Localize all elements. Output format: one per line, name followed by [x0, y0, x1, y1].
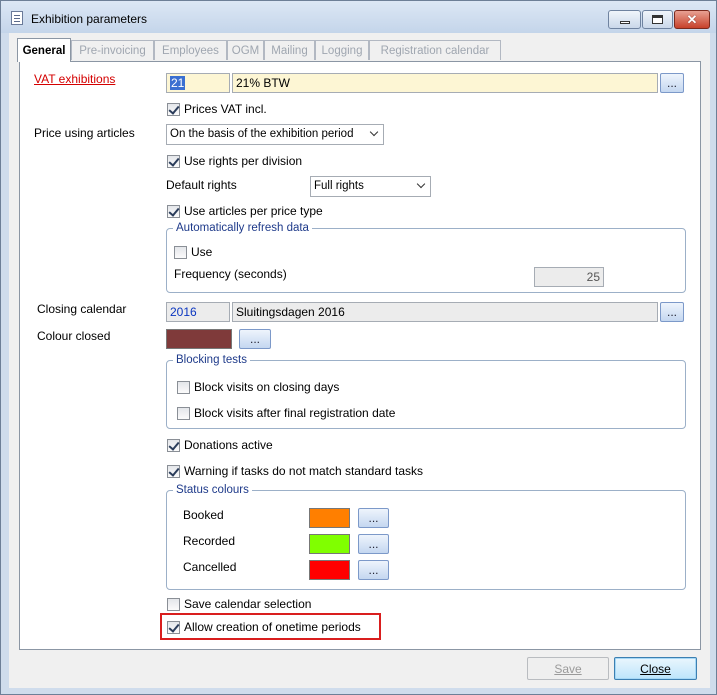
status-booked-label: Booked	[183, 508, 224, 522]
checkbox-unchecked-icon	[174, 245, 187, 259]
warning-tasks-checkbox[interactable]: Warning if tasks do not match standard t…	[167, 464, 423, 478]
checkbox-unchecked-icon	[167, 597, 180, 611]
block-closing-days-checkbox[interactable]: Block visits on closing days	[177, 380, 339, 394]
closing-calendar-label: Closing calendar	[37, 302, 127, 316]
dialog-client-area: General Pre-invoicing Employees OGM Mail…	[9, 33, 710, 688]
title-bar[interactable]: Exhibition parameters ✕	[1, 1, 716, 33]
blocking-tests-legend: Blocking tests	[176, 354, 247, 366]
close-icon: ✕	[686, 12, 698, 27]
vat-code-field[interactable]: 21	[166, 73, 230, 93]
colour-closed-browse-button[interactable]: ...	[239, 329, 271, 349]
colour-closed-label: Colour closed	[37, 329, 111, 343]
auto-refresh-legend: Automatically refresh data	[176, 222, 309, 234]
use-rights-per-division-label: Use rights per division	[184, 154, 303, 168]
default-rights-label: Default rights	[166, 178, 237, 192]
tab-registration-calendar[interactable]: Registration calendar	[369, 40, 501, 60]
window-title: Exhibition parameters	[31, 12, 148, 26]
status-colours-legend: Status colours	[176, 484, 249, 496]
close-button[interactable]: Close	[614, 657, 697, 680]
use-articles-per-price-type-label: Use articles per price type	[184, 204, 323, 218]
frequency-label: Frequency (seconds)	[174, 267, 287, 281]
tab-ogm[interactable]: OGM	[227, 40, 264, 60]
status-recorded-swatch	[309, 534, 350, 554]
checkbox-checked-icon	[167, 620, 180, 634]
checkbox-checked-icon	[167, 102, 180, 116]
status-cancelled-browse-button[interactable]: ...	[358, 560, 389, 580]
block-final-date-label: Block visits after final registration da…	[194, 406, 396, 420]
prices-vat-incl-checkbox[interactable]: Prices VAT incl.	[167, 102, 267, 116]
auto-refresh-group: Automatically refresh data	[166, 222, 686, 293]
checkbox-checked-icon	[167, 438, 180, 452]
status-cancelled-label: Cancelled	[183, 560, 237, 574]
chevron-down-icon	[416, 179, 426, 189]
minimize-button[interactable]	[608, 10, 641, 29]
tab-employees[interactable]: Employees	[154, 40, 227, 60]
auto-refresh-use-checkbox[interactable]: Use	[174, 245, 212, 259]
use-rights-per-division-checkbox[interactable]: Use rights per division	[167, 154, 302, 168]
vat-browse-button[interactable]: ...	[660, 73, 684, 93]
price-using-articles-select[interactable]: On the basis of the exhibition period	[166, 124, 384, 145]
use-articles-per-price-type-checkbox[interactable]: Use articles per price type	[167, 204, 323, 218]
warning-tasks-label: Warning if tasks do not match standard t…	[184, 464, 423, 478]
app-document-icon	[11, 11, 23, 25]
maximize-icon	[652, 15, 663, 24]
auto-refresh-use-label: Use	[191, 245, 213, 259]
close-button-label: Close	[640, 661, 671, 676]
close-window-button[interactable]: ✕	[674, 10, 710, 29]
status-cancelled-swatch	[309, 560, 350, 580]
save-button[interactable]: Save	[527, 657, 609, 680]
frequency-field[interactable]: 25	[534, 267, 604, 287]
block-final-date-checkbox[interactable]: Block visits after final registration da…	[177, 406, 395, 420]
save-calendar-selection-checkbox[interactable]: Save calendar selection	[167, 597, 311, 611]
maximize-button[interactable]	[642, 10, 673, 29]
price-using-articles-value: On the basis of the exhibition period	[170, 128, 354, 140]
default-rights-select[interactable]: Full rights	[310, 176, 431, 197]
vat-description-field: 21% BTW	[232, 73, 658, 93]
allow-onetime-periods-checkbox[interactable]: Allow creation of onetime periods	[167, 620, 361, 634]
status-colours-group: Status colours	[166, 484, 686, 590]
checkbox-checked-icon	[167, 204, 180, 218]
checkbox-checked-icon	[167, 464, 180, 478]
status-booked-browse-button[interactable]: ...	[358, 508, 389, 528]
status-booked-swatch	[309, 508, 350, 528]
tab-mailing[interactable]: Mailing	[264, 40, 315, 60]
block-closing-days-label: Block visits on closing days	[194, 380, 340, 394]
donations-active-checkbox[interactable]: Donations active	[167, 438, 273, 452]
status-recorded-browse-button[interactable]: ...	[358, 534, 389, 554]
checkbox-unchecked-icon	[177, 406, 190, 420]
tab-logging[interactable]: Logging	[315, 40, 369, 60]
dialog-window: Exhibition parameters ✕ General Pre-invo…	[0, 0, 717, 695]
checkbox-unchecked-icon	[177, 380, 190, 394]
allow-onetime-periods-label: Allow creation of onetime periods	[184, 620, 361, 634]
donations-active-label: Donations active	[184, 438, 273, 452]
save-button-label: Save	[554, 661, 582, 676]
colour-closed-swatch	[166, 329, 232, 349]
save-calendar-selection-label: Save calendar selection	[184, 597, 312, 611]
default-rights-value: Full rights	[314, 180, 364, 192]
minimize-icon	[619, 21, 630, 24]
vat-code-value: 21	[170, 76, 186, 90]
prices-vat-incl-label: Prices VAT incl.	[184, 102, 267, 116]
closing-calendar-browse-button[interactable]: ...	[660, 302, 684, 322]
closing-calendar-description-field: Sluitingsdagen 2016	[232, 302, 658, 322]
general-tab-panel: VAT exhibitions 21 21% BTW ... Prices VA…	[19, 61, 701, 650]
chevron-down-icon	[369, 127, 379, 137]
closing-calendar-code-field[interactable]: 2016	[166, 302, 230, 322]
tab-pre-invoicing[interactable]: Pre-invoicing	[71, 40, 154, 60]
vat-exhibitions-link[interactable]: VAT exhibitions	[34, 72, 115, 86]
checkbox-checked-icon	[167, 154, 180, 168]
tab-general[interactable]: General	[17, 38, 71, 62]
status-recorded-label: Recorded	[183, 534, 236, 548]
price-using-articles-label: Price using articles	[34, 126, 135, 140]
